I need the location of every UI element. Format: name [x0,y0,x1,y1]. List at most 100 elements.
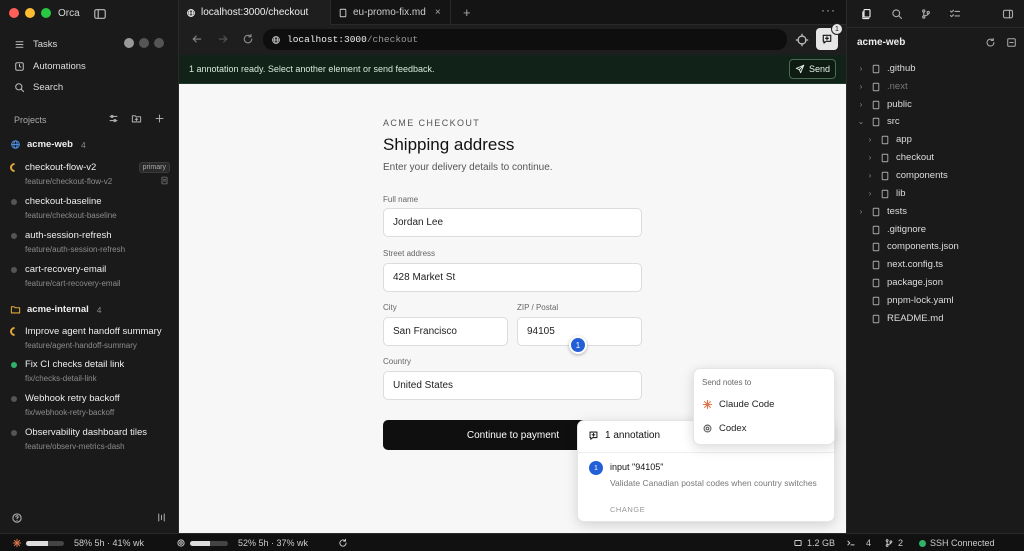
tab-eu-promo[interactable]: eu-promo-fix.md × [331,0,451,25]
tree-folder[interactable]: › app [866,134,912,145]
checklist-icon[interactable] [949,8,961,20]
nav-tasks[interactable]: Tasks [14,39,57,50]
memory-icon [794,540,802,546]
url-field[interactable]: localhost:3000 /checkout [263,29,787,50]
zoom-window-button[interactable] [41,8,51,18]
primary-badge: primary [138,162,170,173]
worktree-name: cart-recovery-email [25,264,107,275]
send-to-claude-code[interactable]: Claude Code [702,399,774,410]
filter-icon[interactable] [108,113,119,124]
worktree-item[interactable]: checkout-baseline feature/checkout-basel… [10,196,172,224]
worktree-item[interactable]: Webhook retry backoff fix/webhook-retry-… [10,393,172,421]
ssh-connection-status[interactable]: SSH Connected [919,538,995,548]
tree-folder[interactable]: › tests [857,206,907,217]
linear-icon[interactable] [154,38,164,48]
tree-file[interactable]: pnpm-lock.yaml [857,295,954,306]
nav-search[interactable]: Search [14,82,63,93]
usage-text: 52% 5h · 37% wk [238,538,309,548]
send-button[interactable]: Send [789,59,836,79]
repo-name: acme-web [27,139,73,150]
tree-file[interactable]: components.json [857,241,959,252]
tree-folder[interactable]: › public [857,99,912,110]
close-tab-icon[interactable]: × [435,7,441,18]
tree-folder[interactable]: › components [866,170,948,181]
annotation-marker[interactable]: 1 [569,336,587,354]
chevron-right-icon: › [859,82,863,91]
full-name-input[interactable]: Jordan Lee [383,208,642,237]
close-window-button[interactable] [9,8,19,18]
annotate-button[interactable]: 1 [816,23,843,50]
tree-label: .next [887,81,908,92]
plus-icon[interactable] [154,113,165,124]
sidebar-toggle-icon[interactable] [93,7,107,21]
usage-meter-claude[interactable]: 58% 5h · 41% wk [12,538,144,548]
form-eyebrow: ACME CHECKOUT [383,118,481,128]
tree-folder[interactable]: › lib [866,188,906,199]
panel-toggle-icon[interactable] [1002,8,1014,20]
nav-label: Automations [33,61,86,72]
new-tab-button[interactable]: + [463,5,471,20]
nav-label: Tasks [33,39,58,50]
back-icon[interactable] [191,33,203,45]
tree-file[interactable]: .gitignore [857,224,926,235]
tree-file[interactable]: README.md [857,313,943,324]
worktree-item[interactable]: cart-recovery-email feature/cart-recover… [10,264,172,292]
globe-icon [187,8,195,17]
worktree-branch: feature/agent-handoff-summary [25,341,137,350]
tree-file[interactable]: package.json [857,277,943,288]
tab-checkout[interactable]: localhost:3000/checkout [179,0,331,25]
more-icon[interactable]: ··· [821,3,836,17]
new-folder-icon[interactable] [131,113,142,124]
tree-folder[interactable]: › .next [857,81,908,92]
search-icon [15,83,25,93]
ports-indicator[interactable]: 4 [846,538,871,548]
tree-folder[interactable]: ⌄ src [857,116,900,127]
search-icon[interactable] [891,8,903,20]
usage-meter-codex[interactable]: 52% 5h · 37% wk [176,538,308,548]
status-dot [11,362,17,368]
worktree-item[interactable]: checkout-flow-v2 primary feature/checkou… [8,161,172,190]
tree-folder[interactable]: › .github [857,63,916,74]
country-select[interactable]: United States [383,371,642,400]
sync-icon[interactable] [338,538,348,548]
worktree-item[interactable]: Observability dashboard tiles feature/ob… [10,427,172,455]
globe-icon [11,140,20,149]
street-input[interactable]: 428 Market St [383,263,642,292]
nav-automations[interactable]: Automations [14,61,86,72]
send-to-codex[interactable]: Codex [702,423,746,434]
collapse-icon[interactable] [1006,37,1017,48]
minimize-window-button[interactable] [25,8,35,18]
files-tab-icon[interactable] [861,8,873,20]
help-icon[interactable] [11,512,23,524]
worktree-item[interactable]: Fix CI checks detail link fix/checks-det… [10,359,172,387]
repo-acme-internal[interactable]: acme-internal 4 [10,304,102,315]
worktree-branch: feature/cart-recovery-email [25,279,121,288]
status-dot [11,199,17,205]
worktree-branch: feature/observ-metrics-dash [25,442,125,451]
forward-icon[interactable] [217,33,229,45]
tree-file[interactable]: next.config.ts [857,259,943,270]
chevron-down-icon: ⌄ [857,117,865,126]
claude-icon [702,399,713,410]
refresh-icon[interactable] [985,37,996,48]
tree-label: checkout [896,152,935,163]
worktree-item[interactable]: Improve agent handoff summary feature/ag… [8,325,172,354]
reload-icon[interactable] [242,33,254,45]
worktree-name: checkout-baseline [25,196,102,207]
crosshair-icon[interactable] [795,33,809,47]
worktree-name: Observability dashboard tiles [25,427,147,438]
tree-folder[interactable]: › checkout [866,152,934,163]
file-icon [881,189,889,198]
gitlab-icon[interactable] [139,38,149,48]
browser-toolbar: localhost:3000 /checkout 1 [179,23,846,55]
tab-label: localhost:3000/checkout [201,7,309,18]
change-link[interactable]: CHANGE [610,505,645,514]
layout-toggle-icon[interactable] [156,512,167,523]
worktree-item[interactable]: auth-session-refresh feature/auth-sessio… [10,230,172,258]
source-control-icon[interactable] [920,8,932,20]
github-icon[interactable] [124,38,134,48]
branches-indicator[interactable]: 2 [884,538,903,548]
repo-acme-web[interactable]: acme-web 4 [10,139,86,150]
chevron-right-icon: › [868,135,872,144]
city-input[interactable]: San Francisco [383,317,508,346]
